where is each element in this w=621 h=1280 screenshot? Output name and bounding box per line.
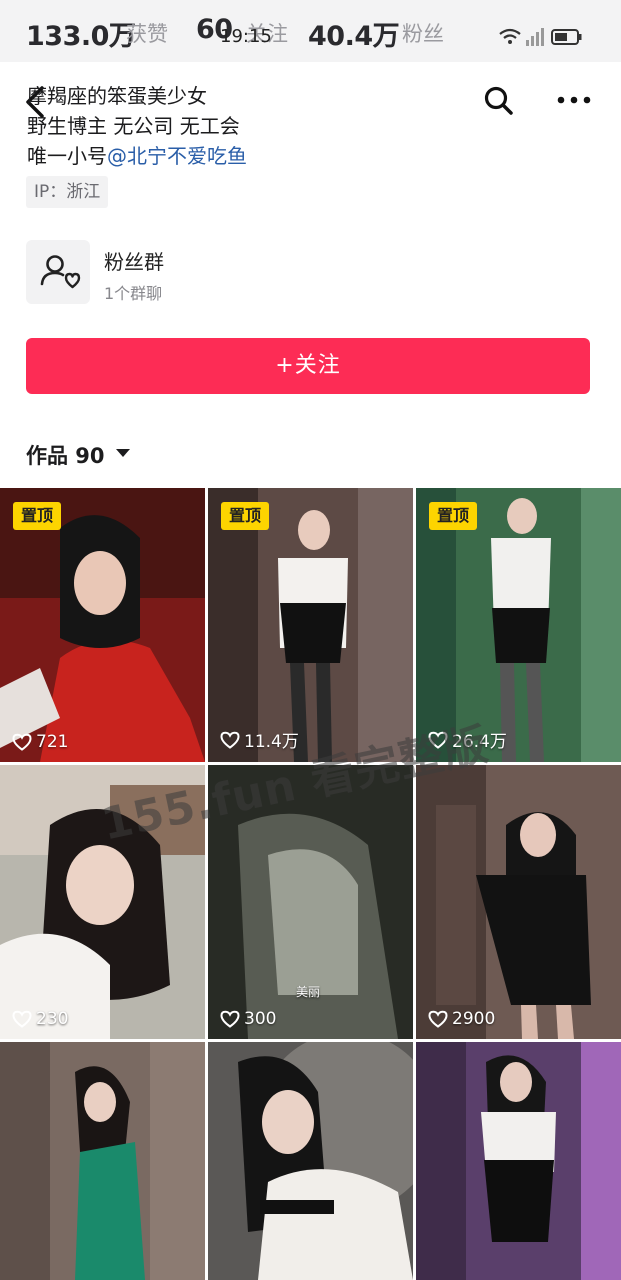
caret-down-icon[interactable] (116, 449, 130, 457)
bio-alt-account-label: 唯一小号 (27, 144, 107, 168)
system-status-icons (499, 28, 582, 46)
pinned-badge: 置顶 (221, 502, 270, 530)
search-icon[interactable] (482, 84, 516, 118)
like-count-text: 2900 (452, 1009, 496, 1029)
like-count-text: 230 (36, 1009, 69, 1029)
likes-count: 133.0万 (26, 21, 136, 52)
bio-line-3: 唯一小号@北宁不爱吃鱼 (27, 140, 247, 169)
heart-icon (220, 1010, 240, 1028)
status-clock: 19:15 (220, 26, 272, 47)
heart-icon (220, 731, 240, 749)
followers-label[interactable]: 粉丝 (402, 18, 444, 48)
fan-group-icon (40, 255, 81, 289)
video-tile-6[interactable]: 2900 (416, 765, 621, 1039)
video-tile-7[interactable] (0, 1042, 205, 1280)
profile-stats-bar: 133.0万 获赞 60 关注 40.4万 粉丝 19:15 (0, 0, 621, 62)
fan-group-title[interactable]: 粉丝群 (104, 246, 164, 275)
video-thumbnail (416, 1042, 621, 1280)
video-like-count: 721 (12, 732, 68, 752)
more-icon[interactable] (556, 88, 592, 112)
video-like-count: 300 (220, 1009, 276, 1029)
video-tile-2[interactable]: 置顶 11.4万 (208, 488, 413, 762)
heart-icon (428, 1010, 448, 1028)
pinned-badge: 置顶 (429, 502, 478, 530)
video-grid: 置顶 721 置顶 11.4万 置顶 26.4万 230 美丽 300 2900… (0, 488, 621, 1280)
wifi-icon (499, 28, 521, 44)
video-tile-9[interactable] (416, 1042, 621, 1280)
censor-bar (260, 1200, 334, 1214)
followers-count[interactable]: 40.4万 (308, 14, 400, 53)
signal-icon (526, 28, 544, 46)
video-caption: 美丽 (296, 985, 321, 999)
pinned-badge: 置顶 (13, 502, 62, 530)
heart-icon (12, 733, 32, 751)
battery-icon (551, 29, 582, 45)
bio-line-1: 摩羯座的笨蛋美少女 (27, 84, 207, 108)
likes-label: 获赞 (126, 22, 168, 46)
fan-group-entry[interactable] (26, 240, 90, 304)
like-count-text: 721 (36, 732, 69, 752)
fan-group-subtitle: 1个群聊 (104, 284, 163, 303)
bio-line-2: 野生博主 无公司 无工会 (27, 114, 240, 138)
video-thumbnail (416, 765, 621, 1039)
like-count-text: 300 (244, 1009, 277, 1029)
video-like-count: 2900 (428, 1009, 495, 1029)
heart-icon (12, 1010, 32, 1028)
video-like-count: 230 (12, 1009, 68, 1029)
alt-account-link[interactable]: @北宁不爱吃鱼 (107, 144, 247, 168)
video-thumbnail (208, 1042, 413, 1280)
video-tile-8[interactable] (208, 1042, 413, 1280)
works-count-label[interactable]: 作品 90 (26, 440, 105, 470)
ip-location-tag: IP：浙江 (26, 176, 109, 208)
follow-button[interactable]: +关注 (26, 338, 590, 394)
video-thumbnail (0, 1042, 205, 1280)
video-tile-1[interactable]: 置顶 721 (0, 488, 205, 762)
